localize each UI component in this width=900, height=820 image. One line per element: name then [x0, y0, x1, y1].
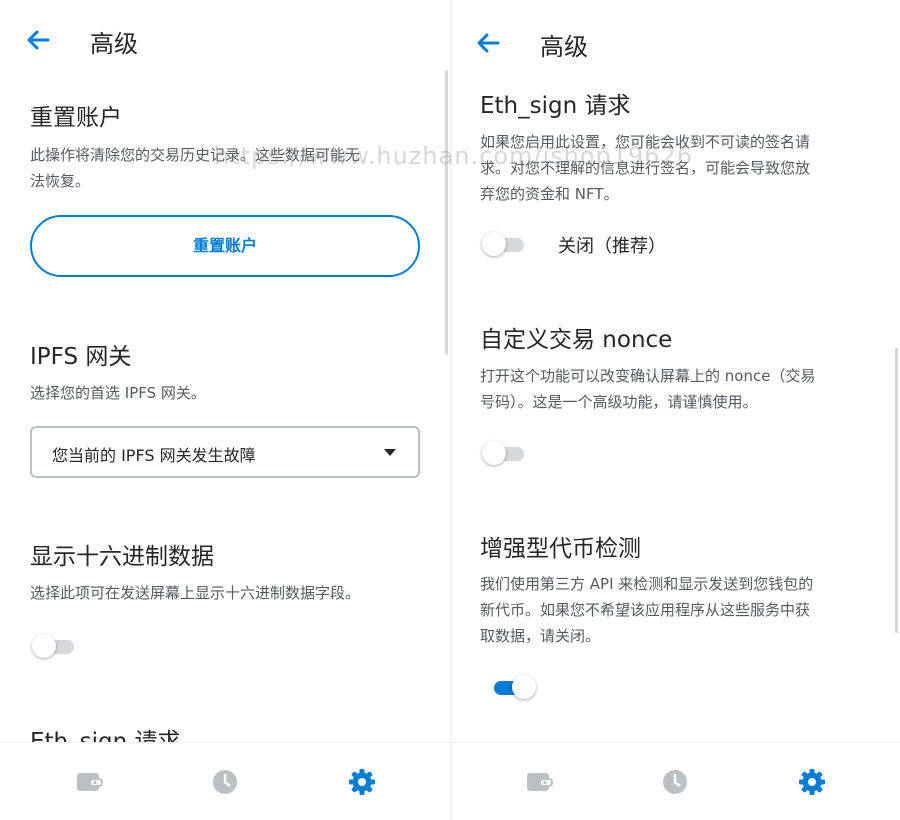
arrow-left-icon[interactable] — [474, 29, 502, 57]
page-title: 高级 — [540, 33, 588, 61]
clock-icon[interactable] — [210, 767, 240, 797]
gear-icon[interactable] — [347, 767, 377, 797]
desc-line: 新代币。如果您不希望该应用程序从这些服务中获 — [480, 601, 811, 619]
reset-account-description: 此操作将清除您的交易历史记录。这些数据可能无 法恢复。 — [30, 142, 360, 194]
reset-account-title: 重置账户 — [30, 105, 122, 131]
reset-account-button[interactable]: 重置账户 — [30, 215, 420, 277]
desc-line: 弃您的资金和 NFT。 — [480, 185, 619, 203]
show-hex-data-title: 显示十六进制数据 — [30, 544, 214, 570]
desc-line: 打开这个功能可以改变确认屏幕上的 nonce（交易 — [480, 367, 816, 385]
scrollbar[interactable] — [445, 70, 448, 355]
show-hex-data-description: 选择此项可在发送屏幕上显示十六进制数据字段。 — [30, 584, 361, 602]
token-detection-title: 增强型代币检测 — [480, 536, 641, 562]
desc-line: 法恢复。 — [30, 172, 91, 190]
desc-line: 号码）。这是一个高级功能，请谨慎使用。 — [480, 393, 758, 411]
show-hex-data-toggle[interactable] — [32, 631, 76, 661]
wallet-icon[interactable] — [74, 767, 104, 797]
desc-line: 如果您启用此设置，您可能会收到不可读的签名请 — [480, 133, 811, 151]
toggle-knob — [32, 634, 56, 658]
token-detection-toggle[interactable] — [492, 672, 536, 702]
header: 高级 — [452, 0, 900, 80]
bottom-tab-bar — [452, 742, 900, 820]
page-title: 高级 — [90, 30, 138, 58]
desc-line: 我们使用第三方 API 来检测和显示发送到您钱包的 — [480, 575, 814, 593]
toggle-knob — [512, 675, 536, 699]
header: 高级 — [0, 0, 450, 80]
bottom-tab-bar — [0, 742, 450, 820]
caret-down-icon — [384, 449, 396, 456]
desc-line: 求。对您不理解的信息进行签名，可能会导致您放 — [480, 159, 811, 177]
right-settings-screen: 高级 Eth_sign 请求 如果您启用此设置，您可能会收到不可读的签名请 求。… — [452, 0, 900, 820]
eth-sign-description: 如果您启用此设置，您可能会收到不可读的签名请 求。对您不理解的信息进行签名，可能… — [480, 129, 810, 207]
ipfs-gateway-title: IPFS 网关 — [30, 344, 132, 370]
desc-line: 此操作将清除您的交易历史记录。这些数据可能无 — [30, 146, 361, 164]
wallet-icon[interactable] — [524, 767, 554, 797]
arrow-left-icon[interactable] — [24, 26, 52, 54]
desc-line: 取数据，请关闭。 — [480, 627, 601, 645]
toggle-knob — [482, 232, 506, 256]
custom-nonce-description: 打开这个功能可以改变确认屏幕上的 nonce（交易 号码）。这是一个高级功能，请… — [480, 363, 815, 415]
eth-sign-toggle[interactable] — [482, 229, 526, 259]
gear-icon[interactable] — [797, 767, 827, 797]
toggle-knob — [482, 441, 506, 465]
clock-icon[interactable] — [660, 767, 690, 797]
eth-sign-toggle-label: 关闭（推荐） — [558, 236, 666, 257]
ipfs-gateway-selected-value: 您当前的 IPFS 网关发生故障 — [52, 446, 256, 465]
custom-nonce-toggle[interactable] — [482, 438, 526, 468]
ipfs-gateway-description: 选择您的首选 IPFS 网关。 — [30, 384, 206, 402]
ipfs-gateway-select[interactable]: 您当前的 IPFS 网关发生故障 — [30, 426, 420, 478]
scrollbar[interactable] — [895, 348, 898, 633]
custom-nonce-title: 自定义交易 nonce — [480, 327, 673, 353]
eth-sign-title: Eth_sign 请求 — [480, 93, 631, 119]
left-settings-screen: 高级 重置账户 此操作将清除您的交易历史记录。这些数据可能无 法恢复。 重置账户… — [0, 0, 450, 820]
token-detection-description: 我们使用第三方 API 来检测和显示发送到您钱包的 新代币。如果您不希望该应用程… — [480, 571, 813, 649]
